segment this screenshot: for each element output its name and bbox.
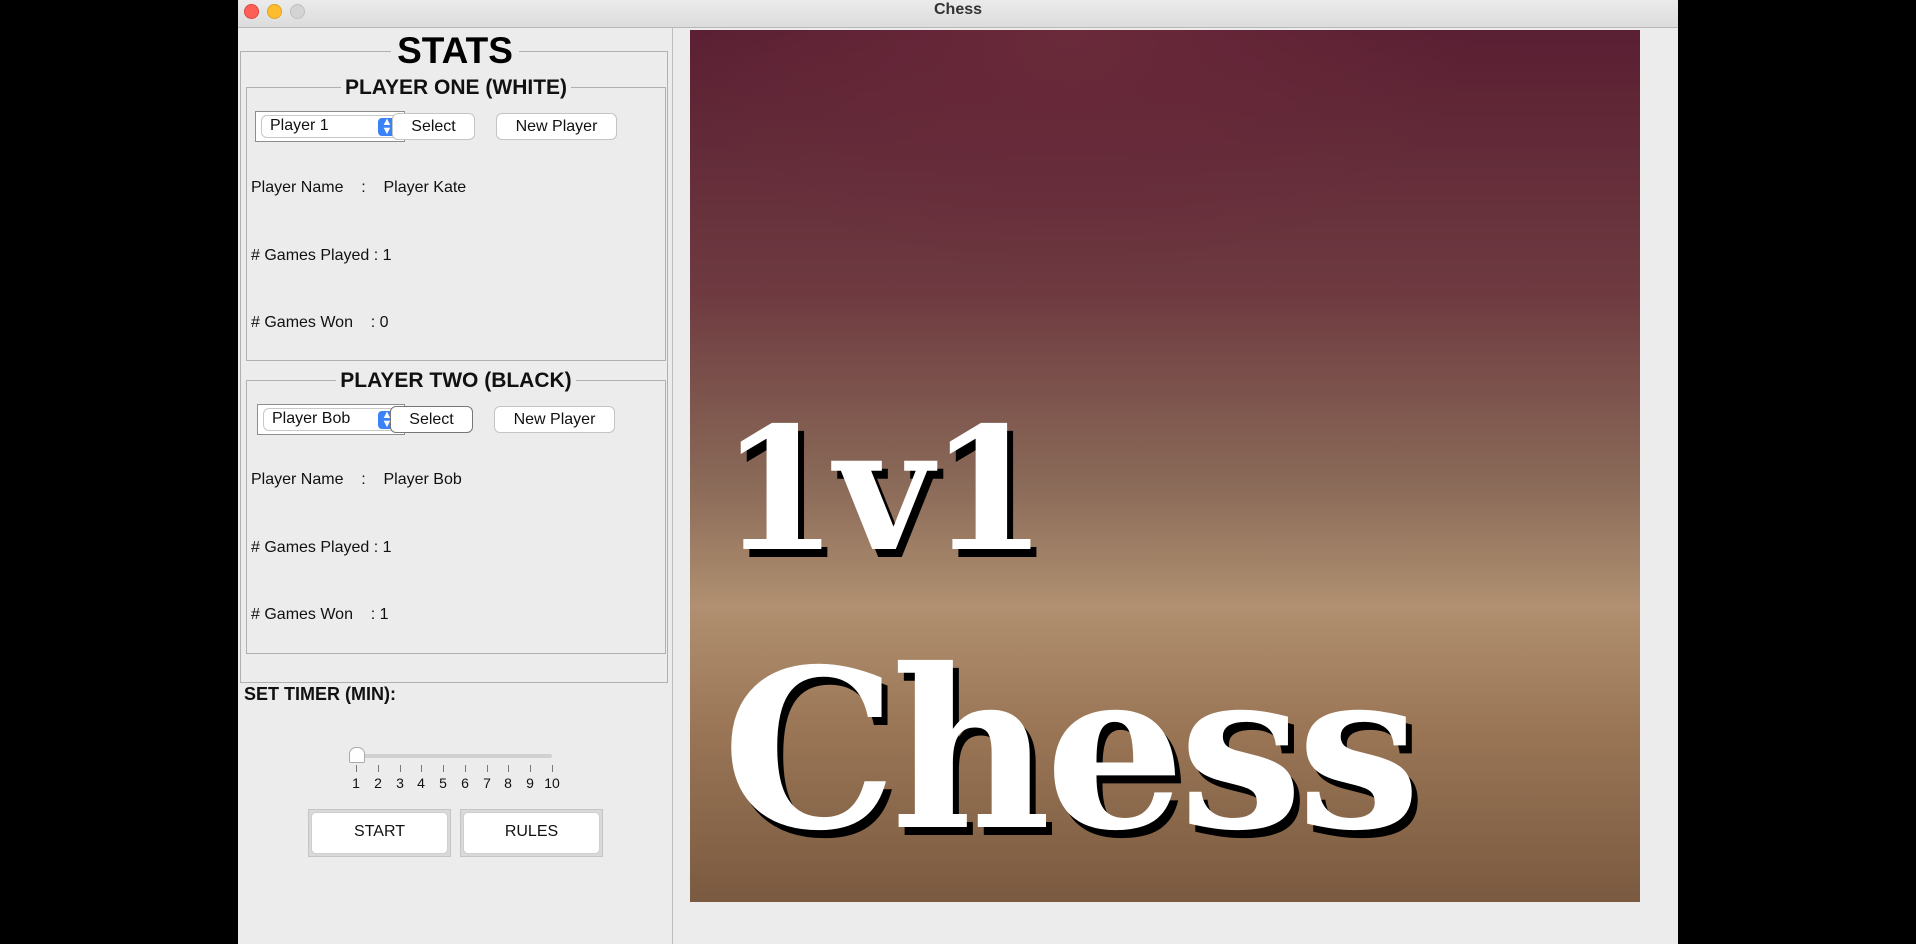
player-two-won-row: # Games Won : 1 bbox=[251, 606, 389, 623]
player-one-select[interactable]: Player 1 ▲ ▼ bbox=[255, 111, 405, 142]
timer-tick-label: 10 bbox=[544, 775, 560, 791]
timer-slider-thumb[interactable] bbox=[349, 747, 365, 763]
start-button-frame: START bbox=[308, 809, 451, 857]
stats-title: STATS bbox=[238, 30, 672, 72]
rules-button-frame: RULES bbox=[460, 809, 603, 857]
timer-tick bbox=[421, 765, 422, 772]
player-two-select-value: Player Bob bbox=[272, 410, 351, 427]
timer-tick bbox=[356, 765, 357, 772]
timer-tick-label: 4 bbox=[417, 775, 425, 791]
player-one-group: PLAYER ONE (WHITE) Player 1 ▲ ▼ Select Ne… bbox=[246, 76, 666, 361]
timer-tick bbox=[465, 765, 466, 772]
chess-cover-image: 1v1 Chess bbox=[690, 30, 1640, 902]
player-two-select-button[interactable]: Select bbox=[390, 406, 473, 433]
player-two-select[interactable]: Player Bob ▲ ▼ bbox=[257, 404, 405, 435]
title-bar: Chess bbox=[238, 0, 1678, 28]
player-two-played-row: # Games Played : 1 bbox=[251, 539, 392, 556]
stats-panel: STATS PLAYER ONE (WHITE) Player 1 ▲ ▼ Sel… bbox=[238, 27, 673, 944]
player-one-played-row: # Games Played : 1 bbox=[251, 247, 392, 264]
player-two-new-player-button[interactable]: New Player bbox=[494, 406, 615, 433]
player-one-select-value: Player 1 bbox=[270, 117, 329, 134]
cover-text-chess: Chess bbox=[722, 620, 1421, 879]
timer-tick bbox=[443, 765, 444, 772]
timer-tick-label: 8 bbox=[504, 775, 512, 791]
timer-tick-label: 9 bbox=[526, 775, 534, 791]
cover-text-1v1: 1v1 bbox=[720, 390, 1047, 590]
timer-tick-label: 1 bbox=[352, 775, 360, 791]
player-two-title-text: PLAYER TWO (BLACK) bbox=[336, 369, 576, 392]
timer-tick bbox=[552, 765, 553, 772]
timer-tick-label: 6 bbox=[461, 775, 469, 791]
start-button[interactable]: START bbox=[312, 813, 447, 853]
timer-label: SET TIMER (MIN): bbox=[244, 684, 396, 704]
timer-tick bbox=[508, 765, 509, 772]
player-one-won-row: # Games Won : 0 bbox=[251, 314, 389, 331]
timer-tick bbox=[400, 765, 401, 772]
player-one-select-button[interactable]: Select bbox=[392, 113, 475, 140]
player-two-group: PLAYER TWO (BLACK) Player Bob ▲ ▼ Select … bbox=[246, 369, 666, 654]
stats-title-text: STATS bbox=[391, 30, 519, 71]
timer-tick-label: 5 bbox=[439, 775, 447, 791]
timer-tick bbox=[378, 765, 379, 772]
timer-tick bbox=[530, 765, 531, 772]
player-two-title: PLAYER TWO (BLACK) bbox=[247, 369, 665, 393]
player-one-name-row: Player Name : Player Kate bbox=[251, 179, 467, 196]
timer-tick bbox=[487, 765, 488, 772]
timer-tick-label: 2 bbox=[374, 775, 382, 791]
player-one-title: PLAYER ONE (WHITE) bbox=[247, 76, 665, 100]
window-title: Chess bbox=[933, 1, 983, 18]
chess-window: Chess STATS PLAYER ONE (WHITE) Player 1 … bbox=[238, 0, 1678, 944]
player-two-name-row: Player Name : Player Bob bbox=[251, 471, 462, 488]
timer-slider-track[interactable] bbox=[356, 754, 552, 758]
rules-button[interactable]: RULES bbox=[464, 813, 599, 853]
player-one-title-text: PLAYER ONE (WHITE) bbox=[340, 76, 572, 99]
player-one-new-player-button[interactable]: New Player bbox=[496, 113, 617, 140]
